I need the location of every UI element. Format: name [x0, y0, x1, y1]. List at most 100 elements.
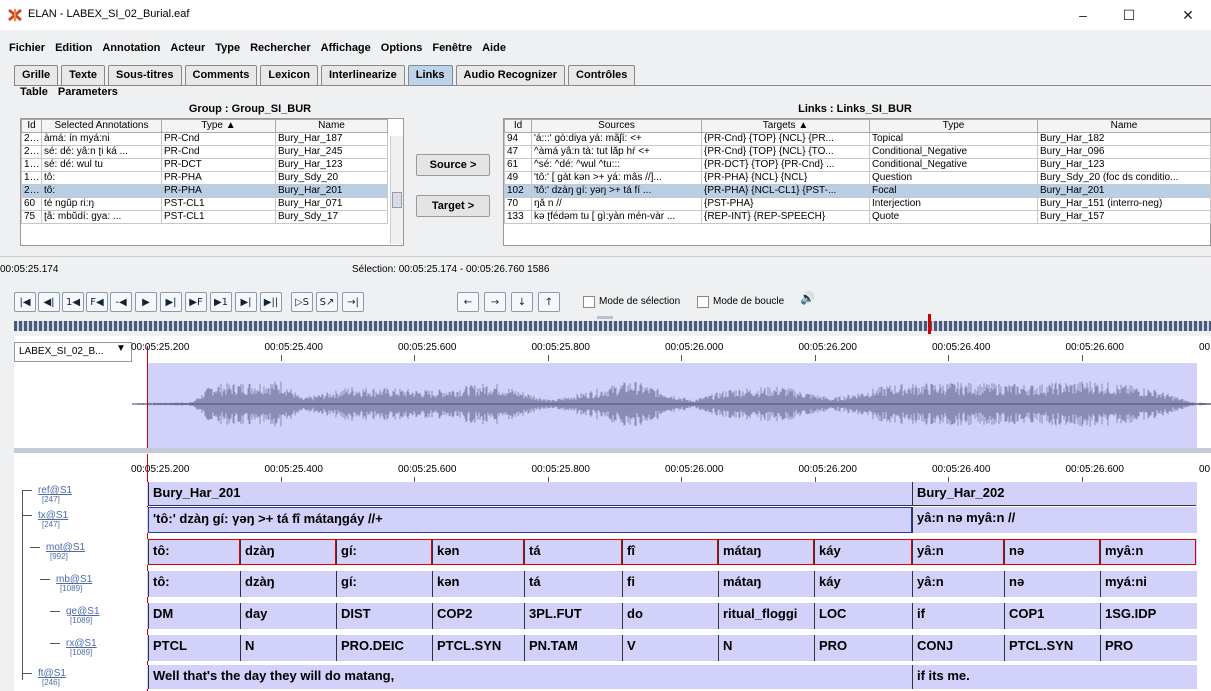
group-row[interactable]: 60 té ngŭp ri:ŋ PST-CL1 Bury_Har_071	[21, 197, 388, 211]
annotation[interactable]: ritual_floggi	[718, 603, 814, 629]
annotation[interactable]: DIST	[336, 603, 432, 629]
playback-button-13[interactable]: →|	[342, 292, 364, 312]
annotation[interactable]: dzàŋ	[240, 571, 336, 597]
links-col-id[interactable]: Id	[504, 119, 532, 133]
playback-button-8[interactable]: ▶1	[210, 292, 232, 312]
annotation[interactable]: myá:ni	[1100, 571, 1196, 597]
annotation[interactable]: yâ:n	[912, 539, 1004, 565]
link-row[interactable]: 102'tô:' dzàŋ gí: yəŋ >+ tá fí ... {PR-PH…	[504, 184, 1211, 198]
tab-texte[interactable]: Texte	[61, 65, 106, 85]
link-row[interactable]: 70 ŋǎ n //{PST-PHA} Interjection Bury_Har_1…	[504, 197, 1211, 211]
subtab-table[interactable]: Table	[20, 86, 48, 98]
annotation[interactable]: Well that's the day they will do matang,	[148, 665, 912, 689]
tab-controles[interactable]: Contrôles	[568, 65, 636, 85]
annotation[interactable]: day	[240, 603, 336, 629]
playback-button-0[interactable]: |◀	[14, 292, 36, 312]
menu-type[interactable]: Type	[210, 39, 245, 57]
link-row[interactable]: 61 ^sé: ^dé: ^wul ^tu::: {PR-DCT} {TOP} {P…	[504, 158, 1211, 172]
annotation[interactable]: Bury_Har_202	[912, 482, 1196, 506]
link-row[interactable]: 49'tô:' [ gàt kən >+ yá: mâs //]... {PR-P…	[504, 171, 1211, 185]
loop-mode-checkbox[interactable]	[697, 296, 709, 308]
tier-splitter[interactable]	[14, 448, 1211, 453]
menu-acteur[interactable]: Acteur	[165, 39, 210, 57]
annotation[interactable]: dzàŋ	[240, 539, 336, 565]
annotation[interactable]: if	[912, 603, 1004, 629]
link-row[interactable]: 133 kə ʈfédəm tu [ gì:yàn mén-vàr ... {REP…	[504, 210, 1211, 224]
annotation[interactable]: 'tô:' dzàŋ gí: γəŋ >+ tá fî mátaŋgáy //+	[148, 507, 912, 533]
annotation[interactable]: nə	[1004, 539, 1100, 565]
timeline-overview[interactable]	[14, 321, 1211, 331]
annotation[interactable]: tá	[524, 571, 622, 597]
tab-interlinearize[interactable]: Interlinearize	[320, 65, 405, 85]
close-button[interactable]: ✕	[1165, 0, 1211, 30]
menu-annotation[interactable]: Annotation	[97, 39, 165, 57]
group-col-id[interactable]: Id	[21, 119, 42, 133]
annotation[interactable]: tô:	[148, 571, 240, 597]
maximize-button[interactable]: ☐	[1106, 0, 1152, 30]
selection-mode-checkbox[interactable]	[583, 296, 595, 308]
source-button[interactable]: Source >	[416, 154, 490, 176]
group-col-type[interactable]: Type ▲	[161, 119, 276, 133]
group-scrollbar[interactable]	[390, 136, 403, 244]
annotation[interactable]: N	[718, 635, 814, 661]
group-row[interactable]: 193 tô: PR-PHA Bury_Sdy_20	[21, 171, 388, 185]
tab-links[interactable]: Links	[407, 65, 453, 85]
annotation[interactable]: káy	[814, 539, 912, 565]
annotation[interactable]: nə	[1004, 571, 1100, 597]
annotation[interactable]: mátaŋ	[718, 571, 814, 597]
group-col-name[interactable]: Name	[275, 119, 388, 133]
menu-rechercher[interactable]: Rechercher	[245, 39, 316, 57]
volume-icon[interactable]: 🔊	[800, 291, 815, 305]
group-col-annotations[interactable]: Selected Annotations	[41, 119, 162, 133]
playback-button-12[interactable]: S↗	[316, 292, 338, 312]
menu-fichier[interactable]: Fichier	[4, 39, 50, 57]
tab-grille[interactable]: Grille	[14, 65, 59, 85]
annotation[interactable]: tá	[524, 539, 622, 565]
annotation[interactable]: tô:	[148, 539, 240, 565]
playback-button-5[interactable]: ▶	[135, 292, 157, 312]
annotation[interactable]: if its me.	[912, 665, 1196, 689]
annotation[interactable]: PTCL.SYN	[432, 635, 524, 661]
playback-button-17[interactable]: ↑	[538, 292, 560, 312]
playback-button-3[interactable]: F◀	[86, 292, 108, 312]
minimize-button[interactable]: –	[1060, 0, 1106, 30]
menu-affichage[interactable]: Affichage	[316, 39, 376, 57]
annotation[interactable]: mátaŋ	[718, 539, 814, 565]
menu-edition[interactable]: Edition	[50, 39, 97, 57]
link-row[interactable]: 94'á:::' gò:diya yá: mãʃí: <+ {PR-Cnd} {T…	[504, 132, 1211, 146]
playback-button-6[interactable]: ▶|	[160, 292, 182, 312]
tab-sous-titres[interactable]: Sous-titres	[108, 65, 182, 85]
annotation[interactable]: myâ:n	[1100, 539, 1196, 565]
waveform-track-select[interactable]: LABEX_SI_02_B...	[14, 342, 132, 362]
annotation[interactable]: gí:	[336, 539, 432, 565]
annotation[interactable]: Bury_Har_201	[148, 482, 912, 506]
annotation[interactable]: káy	[814, 571, 912, 597]
menu-aide[interactable]: Aide	[477, 39, 511, 57]
annotation[interactable]: PRO.DEIC	[336, 635, 432, 661]
annotation[interactable]: 1SG.IDP	[1100, 603, 1196, 629]
annotation[interactable]: LOC	[814, 603, 912, 629]
group-row[interactable]: 75 ʈã: mbŭdí: gya: ... PST-CL1 Bury_Sdy_17	[21, 210, 388, 224]
annotation[interactable]: COP2	[432, 603, 524, 629]
annotation[interactable]: COP1	[1004, 603, 1100, 629]
annotation[interactable]: yâ:n	[912, 571, 1004, 597]
annotation[interactable]: PTCL.SYN	[1004, 635, 1100, 661]
annotation[interactable]: V	[622, 635, 718, 661]
playback-button-2[interactable]: 1◀	[62, 292, 84, 312]
links-col-targets[interactable]: Targets ▲	[701, 119, 870, 133]
playback-button-9[interactable]: ▶|	[235, 292, 257, 312]
annotation[interactable]: PRO	[1100, 635, 1196, 661]
annotation[interactable]: kən	[432, 539, 524, 565]
annotation[interactable]: PN.TAM	[524, 635, 622, 661]
playback-button-16[interactable]: ↓	[511, 292, 533, 312]
group-row[interactable]: 207 àmá: ín myá:ni PR-Cnd Bury_Har_187	[21, 132, 388, 146]
group-row[interactable]: 267 sé: dé: yâ:n ʈi ká ... PR-Cnd Bury_Har_…	[21, 145, 388, 159]
playback-button-10[interactable]: ▶||	[260, 292, 282, 312]
annotation[interactable]: N	[240, 635, 336, 661]
group-row[interactable]: 279 tô: PR-PHA Bury_Har_201	[21, 184, 388, 198]
annotation[interactable]: CONJ	[912, 635, 1004, 661]
annotation[interactable]: PTCL	[148, 635, 240, 661]
links-col-name[interactable]: Name	[1037, 119, 1211, 133]
group-row[interactable]: 129 sé: dé: wul tu PR-DCT Bury_Har_123	[21, 158, 388, 172]
annotation[interactable]: PRO	[814, 635, 912, 661]
